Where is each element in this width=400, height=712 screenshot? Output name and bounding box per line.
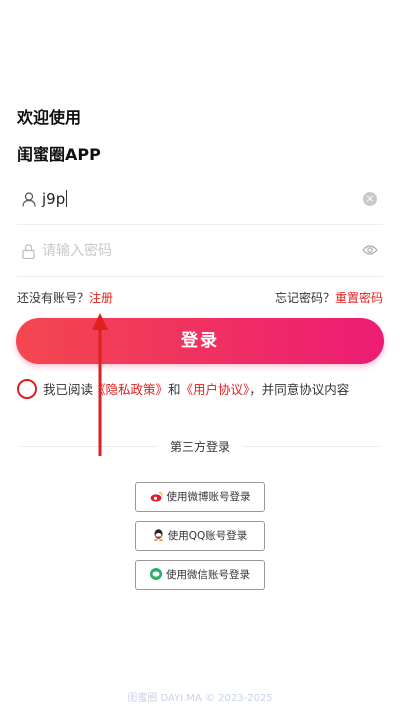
- image-notification-icon: [58, 5, 68, 15]
- lock-icon: [22, 244, 35, 259]
- weibo-login-label: 使用微博账号登录: [166, 491, 251, 503]
- wechat-icon: [150, 568, 162, 580]
- app-name-text: 闺蜜圈APP: [17, 145, 101, 164]
- welcome-text: 欢迎使用: [17, 108, 82, 127]
- user-icon: [22, 192, 36, 207]
- password-field[interactable]: [17, 226, 383, 277]
- agreement-suffix: ，并同意协议内容: [249, 382, 350, 397]
- account-links-row: 还没有账号？注册 忘记密码？重置密码: [17, 289, 383, 306]
- forgot-password-text: 忘记密码？: [274, 291, 335, 305]
- clear-icon[interactable]: ×: [363, 192, 377, 206]
- register-link[interactable]: 注册: [89, 291, 113, 305]
- annotation-arrow: [92, 313, 108, 456]
- user-agreement-link[interactable]: 《用户协议》: [181, 382, 250, 397]
- battery-icon: [380, 5, 388, 18]
- agreement-and: 和: [168, 382, 181, 397]
- password-input[interactable]: [42, 238, 342, 264]
- username-value: j9p: [42, 190, 66, 208]
- signal-icon: [364, 5, 376, 17]
- qq-icon: [153, 529, 163, 541]
- text-caret: [66, 190, 68, 207]
- qq-login-label: 使用QQ账号登录: [167, 530, 248, 542]
- third-party-title: 第三方登录: [158, 438, 243, 455]
- eye-icon[interactable]: [362, 244, 378, 256]
- footer-copyright: 闺蜜圈 DAYI.MA © 2023-2025: [127, 693, 273, 704]
- weibo-icon: [150, 491, 163, 502]
- wechat-login-button[interactable]: 使用微信账号登录: [135, 560, 265, 590]
- no-account-text: 还没有账号？: [17, 291, 90, 305]
- agreement-prefix: 我已阅读: [42, 382, 93, 397]
- reset-password-link[interactable]: 重置密码: [335, 291, 383, 305]
- agreement-row: 我已阅读《隐私政策》和《用户协议》，并同意协议内容: [17, 379, 349, 399]
- username-input[interactable]: j9p: [42, 190, 68, 208]
- wechat-login-label: 使用微信账号登录: [166, 569, 250, 581]
- qq-login-button[interactable]: 使用QQ账号登录: [135, 521, 265, 551]
- username-field[interactable]: j9p ×: [17, 174, 383, 225]
- agreement-radio[interactable]: [17, 379, 37, 399]
- forgot-password-group: 忘记密码？重置密码: [275, 289, 383, 306]
- status-bar: 10:49: [0, 0, 400, 24]
- login-button[interactable]: 登录: [16, 318, 384, 364]
- status-time: 10:49: [14, 4, 52, 19]
- wifi-icon: [346, 5, 360, 17]
- settings-notification-icon: [76, 6, 84, 14]
- weibo-login-button[interactable]: 使用微博账号登录: [135, 482, 265, 512]
